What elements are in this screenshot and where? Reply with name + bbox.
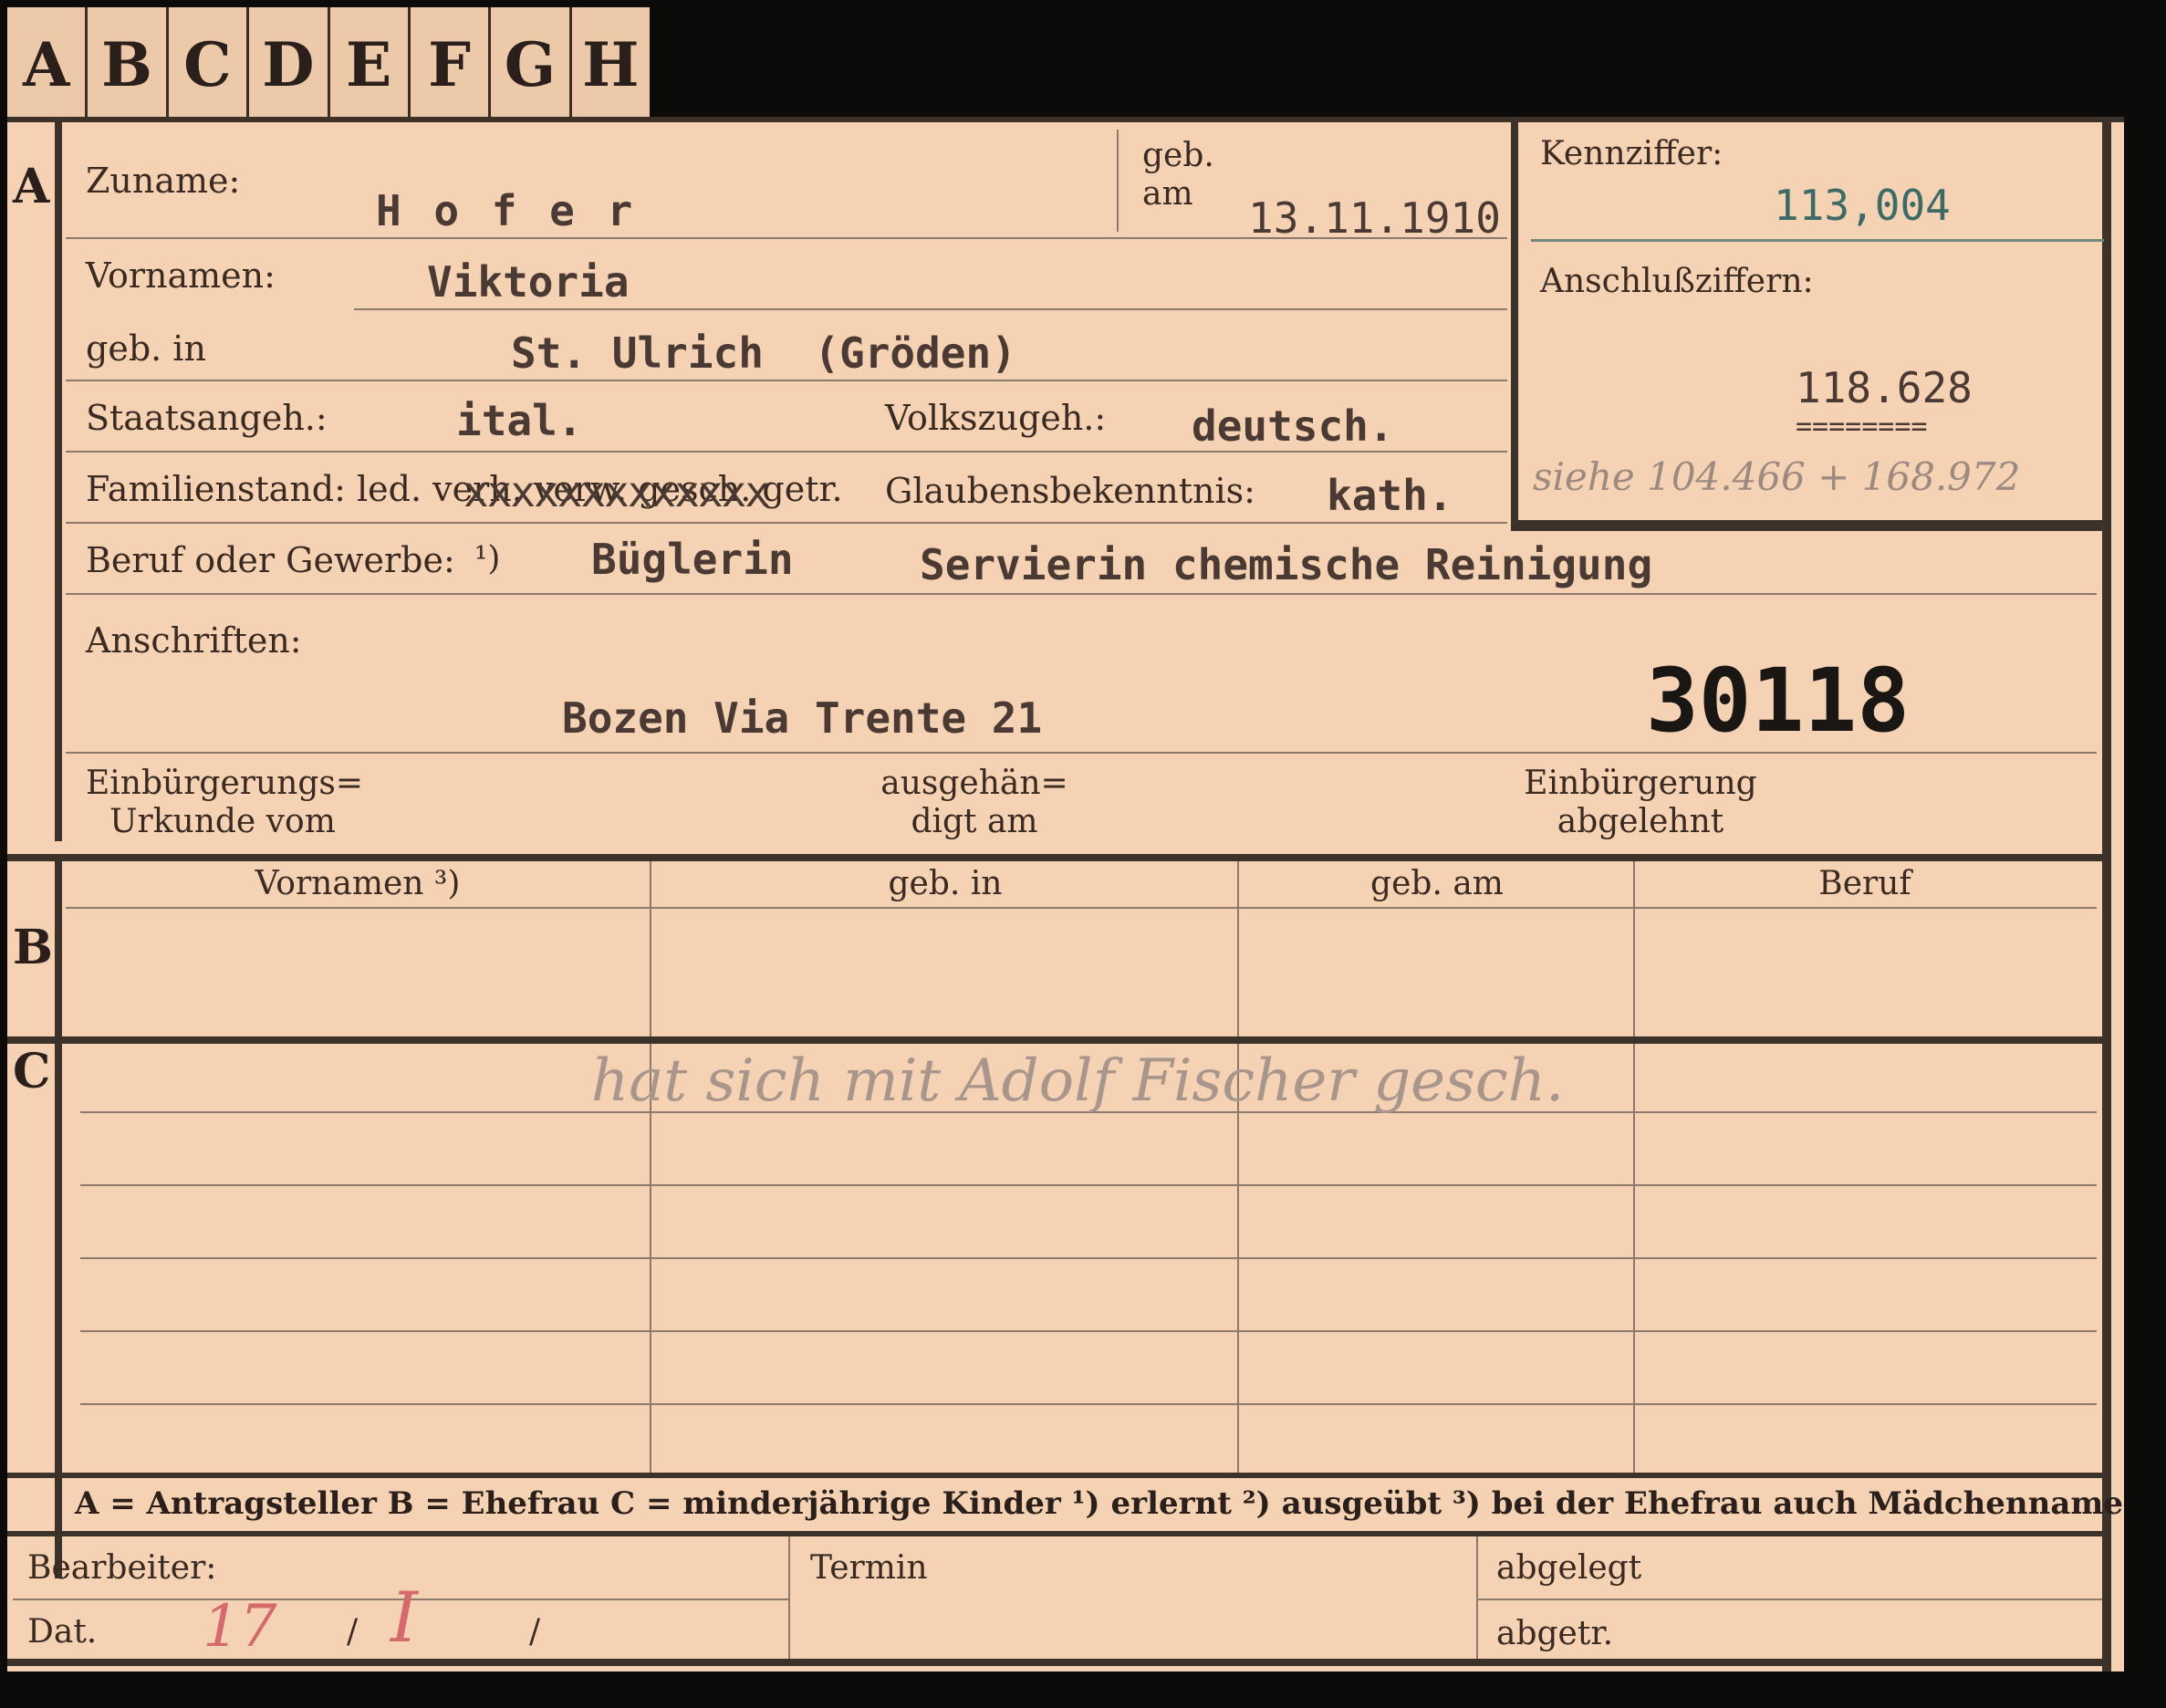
- geb-in-label: geb. in: [86, 328, 206, 369]
- familienstand-strike: xxxxxxxxxxxxx: [463, 467, 770, 516]
- row-line-6: [66, 593, 2097, 595]
- tab-f: F: [411, 7, 492, 122]
- kennziffer-box-bottom: [1511, 520, 2106, 531]
- dat-slash-2: /: [529, 1613, 541, 1651]
- frame-left-a: [55, 117, 62, 841]
- row-line-4: [66, 451, 1507, 453]
- legend-text: A = Antragsteller B = Ehefrau C = minder…: [75, 1485, 2123, 1522]
- beruf-footnote-1: ¹): [474, 540, 501, 578]
- table-header-line: [66, 907, 2097, 909]
- divider-b-c: [7, 1036, 2111, 1044]
- einb-urkunde-label-2: Urkunde vom: [109, 803, 336, 840]
- frame-left-c: [55, 1040, 62, 1578]
- dat-month-handwritten: I: [391, 1577, 419, 1658]
- ausgehaendigt-label-1: ausgehän=: [880, 765, 1068, 802]
- vornamen-value: Viktoria: [427, 257, 630, 307]
- kennziffer-box-left: [1511, 120, 1518, 527]
- beruf-label: Beruf oder Gewerbe:: [86, 540, 455, 580]
- section-c-letter: C: [13, 1044, 51, 1099]
- anschluss-underline: ========: [1796, 411, 1928, 443]
- section-a-letter: A: [13, 159, 50, 214]
- footer-line-right: [1478, 1599, 2102, 1600]
- anschluss-handwritten: siehe 104.466 + 168.972: [1533, 454, 2021, 499]
- dat-day-handwritten: 17: [203, 1593, 277, 1661]
- table-c-row-5: [80, 1403, 2097, 1405]
- geb-am-label: geb.: [1142, 137, 1214, 174]
- tab-h: H: [582, 29, 640, 100]
- kennziffer-value: 113,004: [1774, 181, 1951, 230]
- dat-slash-1: /: [347, 1613, 359, 1651]
- row-line-1: [66, 237, 1507, 239]
- registration-card: A B C Zuname: H o f e r geb. am 13.11.19…: [7, 117, 2124, 1672]
- beruf-value-1: Büglerin: [591, 535, 794, 584]
- table-header-geb-am: geb. am: [1370, 865, 1504, 902]
- table-b-col-2: [1237, 861, 1239, 1036]
- kennziffer-divider: [1531, 239, 2104, 242]
- volkszugeh-value: deutsch.: [1192, 401, 1394, 451]
- tab-g: G: [491, 7, 572, 122]
- frame-bottom: [7, 1659, 2111, 1666]
- divider-legend-footer: [7, 1531, 2111, 1536]
- anschriften-label: Anschriften:: [86, 620, 302, 661]
- divider-a-b: [7, 854, 2111, 861]
- anschluss-value: 118.628: [1796, 363, 1973, 412]
- dat-label: Dat.: [27, 1613, 98, 1651]
- table-header-vornamen: Vornamen ³): [255, 865, 461, 902]
- abgetr-label: abgetr.: [1496, 1615, 1614, 1652]
- einb-urkunde-label-1: Einbürgerungs=: [86, 765, 364, 802]
- table-header-beruf: Beruf: [1818, 865, 1911, 902]
- row-line-5: [66, 522, 1507, 524]
- footer-col-1: [788, 1536, 790, 1659]
- frame-top: [7, 117, 2124, 122]
- glaubens-value: kath.: [1327, 471, 1453, 520]
- table-b-col-3: [1633, 861, 1635, 1036]
- einb-abgelehnt-label-2: abgelehnt: [1557, 803, 1724, 840]
- tab-c: C: [169, 7, 250, 122]
- geb-am-value: 13.11.1910: [1248, 193, 1501, 243]
- zuname-value: H o f e r: [376, 186, 637, 235]
- alphabet-tabs: A B C D E F G H: [7, 7, 650, 122]
- termin-label: Termin: [810, 1549, 928, 1587]
- table-c-row-2: [80, 1184, 2097, 1186]
- tab-b: B: [88, 7, 169, 122]
- row-line-7: [66, 752, 2097, 754]
- row-line-3: [66, 380, 1507, 381]
- einb-abgelehnt-label-1: Einbürgerung: [1524, 765, 1757, 802]
- tab-d: D: [249, 7, 330, 122]
- staatsangeh-label: Staatsangeh.:: [86, 398, 328, 438]
- bearbeiter-label: Bearbeiter:: [27, 1549, 217, 1587]
- table-c-row-4: [80, 1330, 2097, 1332]
- row-line-2: [354, 308, 1507, 310]
- volkszugeh-label: Volkszugeh.:: [885, 398, 1107, 438]
- vornamen-label: Vornamen:: [86, 255, 276, 296]
- tab-a: A: [7, 7, 89, 122]
- table-b-col-1: [650, 861, 651, 1036]
- geb-am-divider: [1117, 130, 1119, 232]
- staatsangeh-value: ital.: [456, 396, 583, 445]
- section-b-letter: B: [13, 920, 53, 975]
- footer-col-2: [1476, 1536, 1478, 1659]
- section-c-handwritten-note: hat sich mit Adolf Fischer gesch.: [591, 1047, 1565, 1115]
- kennziffer-label: Kennziffer:: [1540, 135, 1723, 172]
- anschrift-value: Bozen Via Trente 21: [562, 693, 1043, 743]
- table-header-geb-in: geb. in: [888, 865, 1003, 902]
- frame-right: [2102, 117, 2111, 1672]
- divider-c-legend: [7, 1473, 2111, 1478]
- registration-number: 30118: [1646, 650, 1910, 752]
- geb-am-label-2: am: [1142, 175, 1193, 213]
- glaubens-label: Glaubensbekenntnis:: [885, 471, 1255, 511]
- tab-e: E: [330, 7, 411, 122]
- ausgehaendigt-label-2: digt am: [911, 803, 1038, 840]
- geb-in-value: St. Ulrich (Gröden): [511, 328, 1016, 378]
- anschluss-label: Anschlußziffern:: [1540, 263, 1814, 300]
- abgelegt-label: abgelegt: [1496, 1549, 1642, 1587]
- zuname-label: Zuname:: [86, 161, 241, 201]
- table-c-row-3: [80, 1257, 2097, 1259]
